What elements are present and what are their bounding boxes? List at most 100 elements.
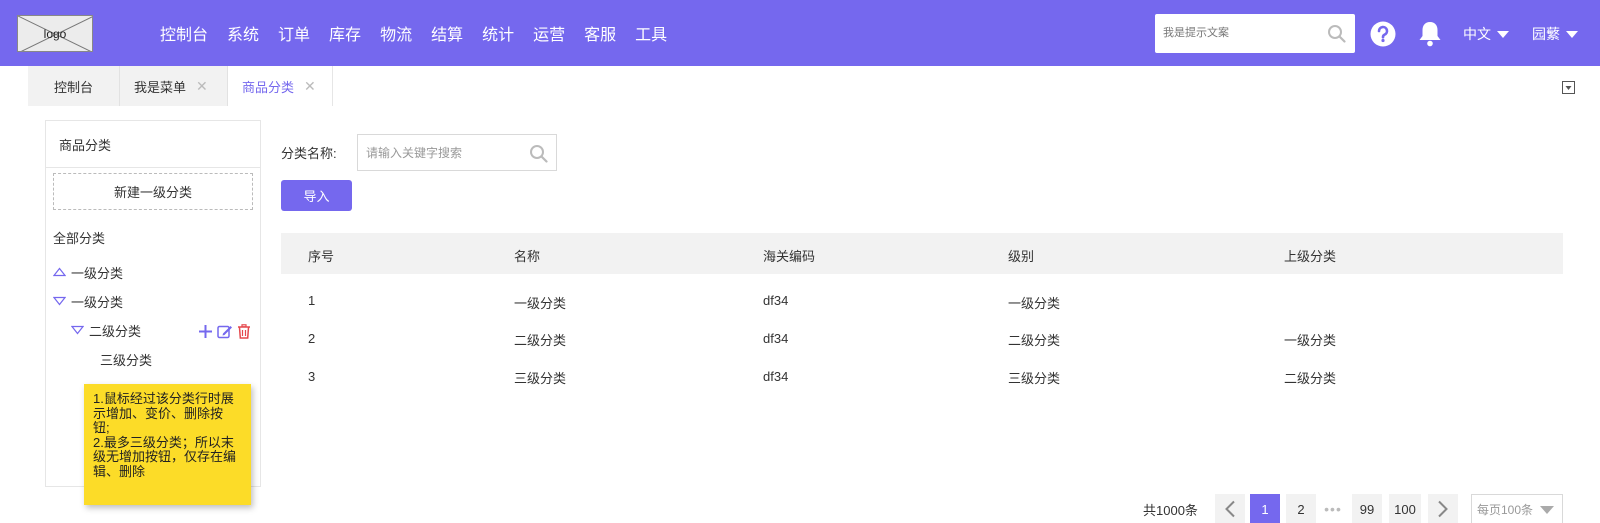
tab-label: 我是菜单 bbox=[134, 79, 187, 95]
cell-customs-code: df34 bbox=[763, 331, 789, 346]
total-count: 共1000条 bbox=[1143, 503, 1198, 518]
note-line: 级无增加按钮，仅存在编 bbox=[93, 449, 237, 464]
triangle-down-icon[interactable] bbox=[70, 323, 85, 338]
page-button[interactable]: 2 bbox=[1286, 494, 1316, 523]
close-icon[interactable]: ✕ bbox=[196, 78, 208, 95]
column-header: 名称 bbox=[514, 249, 541, 264]
tab-label: 控制台 bbox=[53, 79, 93, 95]
note-line: 示增加、变价、删除按 bbox=[93, 405, 224, 421]
tab-dashboard[interactable]: 控制台 bbox=[28, 66, 120, 106]
new-category-button[interactable]: 新建一级分类 bbox=[53, 173, 253, 210]
note-line: 钮; bbox=[93, 420, 110, 435]
cell-name: 三级分类 bbox=[514, 371, 567, 386]
table-row[interactable]: 3 三级分类 df34 三级分类 二级分类 bbox=[281, 360, 1563, 398]
cell-level: 一级分类 bbox=[1008, 296, 1061, 311]
search-icon[interactable] bbox=[529, 144, 548, 166]
cell-level: 三级分类 bbox=[1008, 371, 1061, 386]
tree-row-actions bbox=[198, 324, 255, 339]
column-header: 上级分类 bbox=[1284, 249, 1337, 264]
chevron-left-icon bbox=[1225, 500, 1235, 518]
filter-label: 分类名称: bbox=[281, 146, 337, 161]
tree-item-label: 二级分类 bbox=[89, 324, 142, 339]
chevron-down-icon bbox=[1566, 30, 1578, 38]
delete-icon[interactable] bbox=[237, 324, 251, 339]
logo-text: logo bbox=[43, 26, 67, 41]
category-search bbox=[357, 134, 557, 171]
nav-item-settlement[interactable]: 结算 bbox=[431, 21, 463, 45]
category-search-input[interactable] bbox=[366, 135, 526, 170]
language-label: 中文 bbox=[1463, 26, 1491, 42]
tree-item-level1[interactable]: 一级分类 bbox=[52, 263, 124, 282]
user-menu[interactable]: 园蘩 bbox=[1532, 24, 1578, 44]
cell-customs-code: df34 bbox=[763, 369, 789, 384]
chevron-down-icon bbox=[1497, 30, 1509, 38]
cell-index: 1 bbox=[308, 293, 316, 308]
global-search-input[interactable] bbox=[1163, 14, 1323, 51]
nav-item-tools[interactable]: 工具 bbox=[635, 21, 667, 45]
chevron-right-icon bbox=[1438, 500, 1448, 518]
collapse-tabs-icon[interactable] bbox=[1562, 81, 1575, 97]
tree-item-level3[interactable]: 三级分类 bbox=[100, 350, 152, 369]
global-search bbox=[1155, 14, 1355, 53]
page-button-current[interactable]: 1 bbox=[1250, 494, 1280, 523]
cell-customs-code: df34 bbox=[763, 293, 789, 308]
chevron-down-icon bbox=[1540, 506, 1554, 514]
logo[interactable]: logo bbox=[17, 15, 93, 52]
import-button[interactable]: 导入 bbox=[281, 180, 352, 211]
page-ellipsis[interactable]: ••• bbox=[1321, 494, 1345, 523]
category-table: 序号 名称 海关编码 级别 上级分类 1 一级分类 df34 一级分类 2 二级… bbox=[281, 233, 1563, 398]
table-header: 序号 名称 海关编码 级别 上级分类 bbox=[281, 233, 1563, 274]
tab-product-category[interactable]: 商品分类 ✕ bbox=[228, 66, 333, 106]
annotation-note: 1.鼠标经过该分类行时展 示增加、变价、删除按 钮; 2.最多三级分类；所以末 … bbox=[84, 384, 251, 505]
nav-item-statistics[interactable]: 统计 bbox=[482, 21, 514, 45]
cell-level: 二级分类 bbox=[1008, 333, 1061, 348]
top-bar: logo 控制台 系统 订单 库存 物流 结算 统计 运营 客服 工具 中文 园… bbox=[0, 0, 1600, 66]
cell-name: 一级分类 bbox=[514, 296, 567, 311]
tab-my-menu[interactable]: 我是菜单 ✕ bbox=[120, 66, 228, 106]
main-nav: 控制台 系统 订单 库存 物流 结算 统计 运营 客服 工具 bbox=[160, 0, 686, 66]
cell-index: 3 bbox=[308, 369, 316, 384]
cell-parent: 一级分类 bbox=[1284, 333, 1337, 348]
all-categories-label[interactable]: 全部分类 bbox=[53, 228, 105, 247]
nav-item-system[interactable]: 系统 bbox=[227, 21, 259, 45]
panel-title: 商品分类 bbox=[46, 121, 260, 168]
per-page-select[interactable]: 每页100条 bbox=[1471, 494, 1563, 523]
table-row[interactable]: 1 一级分类 df34 一级分类 bbox=[281, 284, 1563, 322]
prev-page-button[interactable] bbox=[1215, 494, 1245, 523]
tree-item-label: 一级分类 bbox=[71, 295, 124, 310]
per-page-label: 每页100条 bbox=[1477, 502, 1534, 517]
tree-item-label: 三级分类 bbox=[100, 353, 153, 368]
nav-item-logistics[interactable]: 物流 bbox=[380, 21, 412, 45]
column-header: 海关编码 bbox=[763, 249, 816, 264]
table-row[interactable]: 2 二级分类 df34 二级分类 一级分类 bbox=[281, 322, 1563, 360]
tree-item-level1[interactable]: 一级分类 bbox=[52, 292, 124, 311]
nav-item-inventory[interactable]: 库存 bbox=[329, 21, 361, 45]
page-button[interactable]: 99 bbox=[1352, 494, 1382, 523]
cell-index: 2 bbox=[308, 331, 316, 346]
triangle-up-icon[interactable] bbox=[52, 265, 67, 280]
close-icon[interactable]: ✕ bbox=[304, 78, 316, 95]
triangle-down-icon[interactable] bbox=[52, 294, 67, 309]
note-line: 辑、删除 bbox=[93, 463, 146, 479]
search-icon[interactable] bbox=[1327, 24, 1346, 46]
nav-item-operations[interactable]: 运营 bbox=[533, 21, 565, 45]
help-icon[interactable] bbox=[1370, 21, 1396, 50]
column-header: 级别 bbox=[1008, 249, 1035, 264]
nav-item-customer-service[interactable]: 客服 bbox=[584, 21, 616, 45]
user-name: 园蘩 bbox=[1532, 26, 1560, 42]
nav-item-orders[interactable]: 订单 bbox=[278, 21, 310, 45]
edit-icon[interactable] bbox=[217, 324, 233, 339]
page-tabs: 控制台 我是菜单 ✕ 商品分类 ✕ bbox=[28, 66, 333, 106]
nav-item-dashboard[interactable]: 控制台 bbox=[160, 21, 208, 45]
add-icon[interactable] bbox=[198, 324, 213, 339]
tree-item-label: 一级分类 bbox=[71, 266, 124, 281]
page-button[interactable]: 100 bbox=[1389, 494, 1421, 523]
tab-label: 商品分类 bbox=[242, 79, 295, 95]
next-page-button[interactable] bbox=[1428, 494, 1458, 523]
tree-item-level2[interactable]: 二级分类 bbox=[70, 321, 142, 340]
column-header: 序号 bbox=[308, 249, 335, 264]
note-line: 1.鼠标经过该分类行时展 bbox=[93, 391, 234, 406]
bell-icon[interactable] bbox=[1418, 20, 1442, 50]
language-selector[interactable]: 中文 bbox=[1463, 24, 1509, 44]
cell-name: 二级分类 bbox=[514, 333, 567, 348]
